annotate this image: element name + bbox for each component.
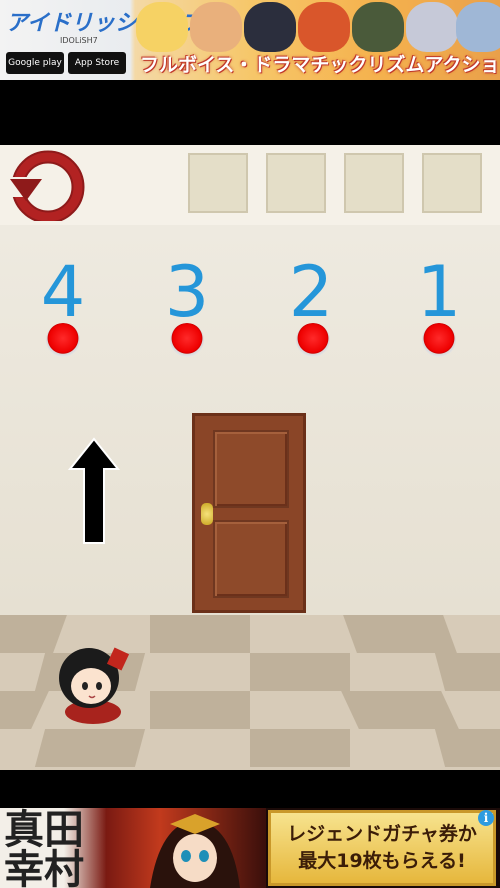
ad-tagline: フルボイス・ドラマチックリズムアクション bbox=[140, 54, 500, 76]
red-button-3[interactable] bbox=[170, 323, 204, 357]
up-arrow-icon[interactable] bbox=[68, 437, 120, 545]
ad-promo-line2: 最大19枚もらえる! bbox=[298, 850, 466, 872]
app-store-badge[interactable]: App Store bbox=[68, 52, 126, 74]
number-label: 1 bbox=[416, 251, 462, 333]
inventory-slot[interactable] bbox=[266, 153, 326, 213]
reset-button[interactable] bbox=[8, 149, 86, 224]
red-button-4[interactable] bbox=[46, 323, 80, 357]
number-label: 2 bbox=[288, 251, 334, 333]
character-face bbox=[136, 2, 188, 52]
inventory-slot[interactable] bbox=[188, 153, 248, 213]
character-face bbox=[406, 2, 458, 52]
ad-info-icon[interactable]: i bbox=[478, 810, 494, 826]
ad-gacha-promo[interactable]: レジェンドガチャ券か 最大19枚もらえる! bbox=[268, 810, 496, 886]
number-label: 3 bbox=[164, 251, 210, 333]
door-knob[interactable] bbox=[201, 503, 213, 525]
ad-kanji-title: 真田幸村 bbox=[4, 808, 84, 888]
character-face bbox=[244, 2, 296, 52]
ad-promo-line1: レジェンドガチャ券か bbox=[287, 823, 477, 845]
door-panel bbox=[213, 520, 289, 598]
character-face bbox=[190, 2, 242, 52]
google-play-badge[interactable]: Google play bbox=[6, 52, 64, 74]
inventory-slot[interactable] bbox=[422, 153, 482, 213]
character-face bbox=[352, 2, 404, 52]
inventory-slot[interactable] bbox=[344, 153, 404, 213]
ad-logo-sub: IDOLiSH7 bbox=[60, 36, 98, 45]
chibi-character[interactable] bbox=[55, 642, 129, 724]
door[interactable] bbox=[192, 413, 306, 613]
top-ad-banner[interactable]: アイドリッシュセブン IDOLiSH7 Google play App Stor… bbox=[0, 0, 500, 80]
inventory-bar bbox=[0, 145, 500, 226]
red-button-1[interactable] bbox=[422, 323, 456, 357]
game-scene: 4 3 2 1 bbox=[0, 145, 500, 770]
door-panel bbox=[213, 430, 289, 508]
reset-icon bbox=[8, 150, 85, 224]
warrior-character-art bbox=[150, 814, 240, 888]
character-face bbox=[456, 2, 500, 52]
bottom-ad-banner[interactable]: 真田幸村 レジェンドガチャ券か 最大19枚もらえる! i bbox=[0, 808, 500, 888]
red-button-2[interactable] bbox=[296, 323, 330, 357]
number-label: 4 bbox=[40, 251, 86, 333]
character-face bbox=[298, 2, 350, 52]
